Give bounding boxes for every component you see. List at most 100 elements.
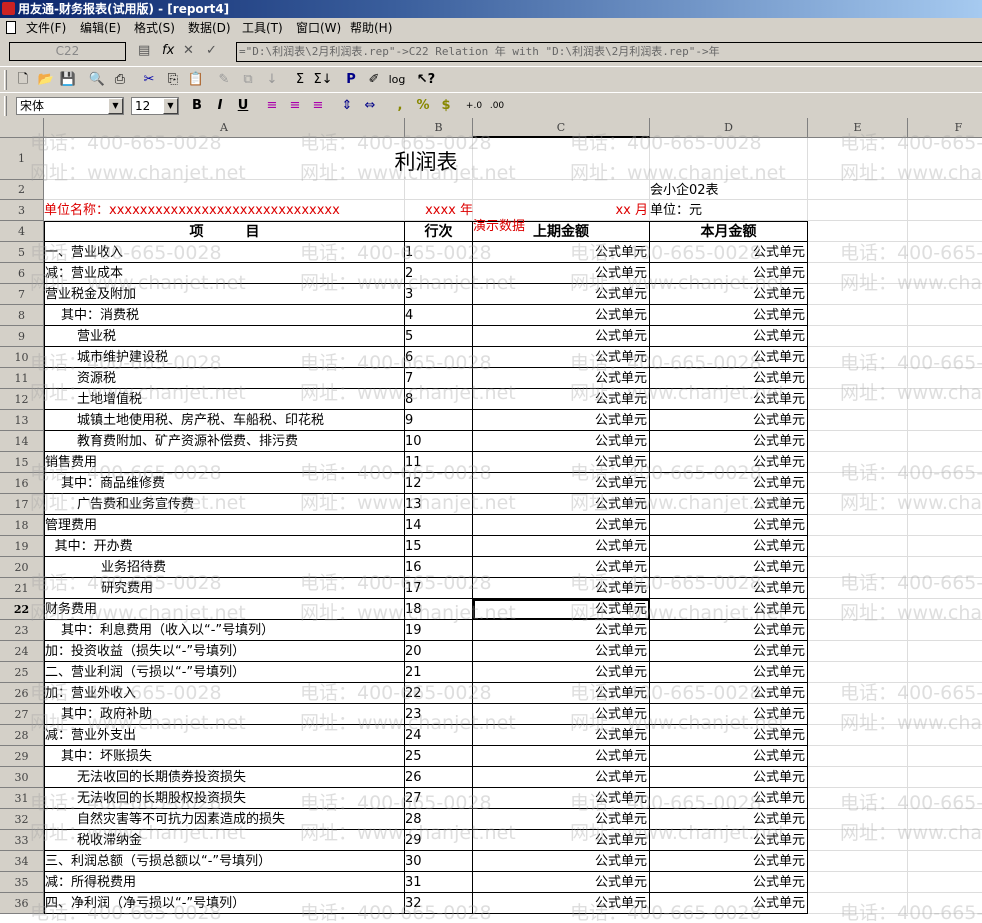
current-amount-cell[interactable]: 公式单元 bbox=[650, 347, 808, 368]
align-center-icon[interactable]: ≡ bbox=[285, 96, 305, 116]
row-header-17[interactable]: 17 bbox=[0, 494, 44, 515]
row-header-10[interactable]: 10 bbox=[0, 347, 44, 368]
current-amount-cell[interactable]: 公式单元 bbox=[650, 305, 808, 326]
prior-amount-cell[interactable]: 公式单元 bbox=[473, 557, 650, 578]
formula-input[interactable]: ="D:\利润表\2月利润表.rep"->C22 Relation 年 with… bbox=[236, 42, 982, 62]
grid-cell[interactable] bbox=[808, 431, 908, 452]
save-icon[interactable]: 💾 bbox=[58, 70, 78, 90]
line-number[interactable]: 14 bbox=[405, 515, 473, 536]
grid-cell[interactable] bbox=[808, 284, 908, 305]
line-number[interactable]: 3 bbox=[405, 284, 473, 305]
prior-amount-cell[interactable]: 公式单元 bbox=[473, 851, 650, 872]
prior-amount-cell[interactable]: 公式单元 bbox=[473, 263, 650, 284]
line-number[interactable]: 18 bbox=[405, 599, 473, 620]
grid-cell[interactable] bbox=[908, 305, 982, 326]
current-amount-cell[interactable]: 公式单元 bbox=[650, 872, 808, 893]
menu-file[interactable]: 文件(F) bbox=[26, 18, 66, 38]
cut-icon[interactable]: ✂ bbox=[139, 70, 159, 90]
grid-cell[interactable] bbox=[808, 767, 908, 788]
item-label[interactable]: 财务费用 bbox=[44, 599, 405, 620]
prior-amount-cell[interactable]: 公式单元 bbox=[473, 242, 650, 263]
row-header-26[interactable]: 26 bbox=[0, 683, 44, 704]
line-number[interactable]: 7 bbox=[405, 368, 473, 389]
decrease-decimal-icon[interactable]: .00 bbox=[487, 96, 507, 116]
grid-cell[interactable] bbox=[808, 242, 908, 263]
line-number[interactable]: 31 bbox=[405, 872, 473, 893]
grid-cell[interactable] bbox=[908, 536, 982, 557]
line-number[interactable]: 2 bbox=[405, 263, 473, 284]
grid-cell[interactable] bbox=[908, 347, 982, 368]
current-amount-cell[interactable]: 公式单元 bbox=[650, 704, 808, 725]
grid-cell[interactable] bbox=[908, 830, 982, 851]
grid-cell[interactable] bbox=[808, 515, 908, 536]
current-amount-cell[interactable]: 公式单元 bbox=[650, 536, 808, 557]
row-header-27[interactable]: 27 bbox=[0, 704, 44, 725]
line-number[interactable]: 1 bbox=[405, 242, 473, 263]
line-number[interactable]: 17 bbox=[405, 578, 473, 599]
prior-amount-cell[interactable]: 公式单元 bbox=[473, 473, 650, 494]
prior-amount-cell[interactable]: 公式单元 bbox=[473, 809, 650, 830]
line-number[interactable]: 30 bbox=[405, 851, 473, 872]
line-number[interactable]: 16 bbox=[405, 557, 473, 578]
grid-cell[interactable] bbox=[908, 242, 982, 263]
item-label[interactable]: 无法收回的长期股权投资损失 bbox=[44, 788, 405, 809]
item-label[interactable]: 土地增值税 bbox=[44, 389, 405, 410]
current-amount-cell[interactable]: 公式单元 bbox=[650, 515, 808, 536]
item-label[interactable]: 三、利润总额（亏损总额以“-”号填列） bbox=[44, 851, 405, 872]
current-amount-cell[interactable]: 公式单元 bbox=[650, 284, 808, 305]
grid-cell[interactable] bbox=[808, 557, 908, 578]
grid-cell[interactable] bbox=[808, 704, 908, 725]
chevron-down-icon[interactable]: ▼ bbox=[108, 98, 123, 114]
current-amount-cell[interactable]: 公式单元 bbox=[650, 410, 808, 431]
line-number[interactable]: 25 bbox=[405, 746, 473, 767]
prior-amount-cell[interactable]: 公式单元 bbox=[473, 284, 650, 305]
line-number[interactable]: 26 bbox=[405, 767, 473, 788]
menu-window[interactable]: 窗口(W) bbox=[296, 18, 341, 38]
menu-format[interactable]: 格式(S) bbox=[134, 18, 175, 38]
current-amount-cell[interactable]: 公式单元 bbox=[650, 557, 808, 578]
grid-cell[interactable] bbox=[908, 851, 982, 872]
menu-help[interactable]: 帮助(H) bbox=[350, 18, 392, 38]
prior-amount-cell[interactable]: 公式单元 bbox=[473, 767, 650, 788]
grid-cell[interactable] bbox=[908, 494, 982, 515]
grid-cell[interactable] bbox=[908, 473, 982, 494]
grid-cell[interactable] bbox=[908, 389, 982, 410]
row-header-8[interactable]: 8 bbox=[0, 305, 44, 326]
grid-cell[interactable] bbox=[908, 767, 982, 788]
current-amount-cell[interactable]: 公式单元 bbox=[650, 473, 808, 494]
prior-amount-cell[interactable]: 公式单元 bbox=[473, 347, 650, 368]
grid-cell[interactable] bbox=[808, 180, 908, 200]
row-header-18[interactable]: 18 bbox=[0, 515, 44, 536]
percent-icon[interactable]: % bbox=[413, 96, 433, 116]
grid-cell[interactable] bbox=[908, 599, 982, 620]
grid-cell[interactable] bbox=[808, 578, 908, 599]
cell-reference-box[interactable]: C22 bbox=[9, 42, 126, 61]
row-header-32[interactable]: 32 bbox=[0, 809, 44, 830]
row-header-5[interactable]: 5 bbox=[0, 242, 44, 263]
line-number[interactable]: 23 bbox=[405, 704, 473, 725]
prior-amount-cell[interactable]: 公式单元 bbox=[473, 368, 650, 389]
current-amount-cell[interactable]: 公式单元 bbox=[650, 578, 808, 599]
print-preview-icon[interactable]: 🔍 bbox=[87, 70, 107, 90]
paste-icon[interactable]: 📋 bbox=[186, 70, 206, 90]
item-label[interactable]: 城市维护建设税 bbox=[44, 347, 405, 368]
item-label[interactable]: 其中：利息费用（收入以“-”号填列） bbox=[44, 620, 405, 641]
grid-cell[interactable] bbox=[908, 641, 982, 662]
increase-decimal-icon[interactable]: +.0 bbox=[464, 96, 484, 116]
line-number[interactable]: 12 bbox=[405, 473, 473, 494]
grid-cell[interactable] bbox=[908, 872, 982, 893]
grid-cell[interactable] bbox=[808, 599, 908, 620]
pen-icon[interactable]: ✐ bbox=[364, 70, 384, 90]
column-header-C[interactable]: C bbox=[473, 118, 650, 138]
item-label[interactable]: 销售费用 bbox=[44, 452, 405, 473]
prior-amount-cell[interactable]: 公式单元 bbox=[473, 578, 650, 599]
item-label[interactable]: 资源税 bbox=[44, 368, 405, 389]
line-number[interactable]: 10 bbox=[405, 431, 473, 452]
current-amount-cell[interactable]: 公式单元 bbox=[650, 599, 808, 620]
prior-amount-cell[interactable]: 公式单元 bbox=[473, 305, 650, 326]
item-label[interactable]: 税收滞纳金 bbox=[44, 830, 405, 851]
italic-icon[interactable]: I bbox=[210, 96, 230, 116]
line-number[interactable]: 29 bbox=[405, 830, 473, 851]
grid-cell[interactable] bbox=[405, 180, 473, 200]
prior-amount-cell[interactable]: 公式单元 bbox=[473, 704, 650, 725]
